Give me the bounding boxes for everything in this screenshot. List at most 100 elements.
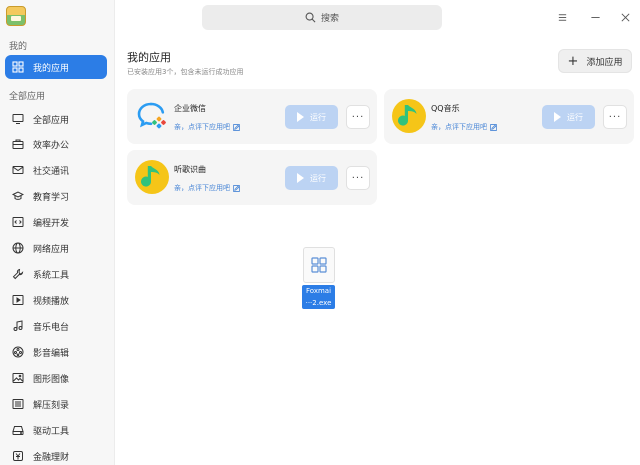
file-name-line2: ···2.exe xyxy=(305,299,332,307)
app-card-song-recognition: 听歌识曲 亲，点评下应用吧 运行 ··· xyxy=(127,150,377,205)
sidebar-item-label: 金融理财 xyxy=(33,452,70,463)
sidebar-item-label: 编程开发 xyxy=(33,218,70,229)
grid-icon xyxy=(12,61,24,73)
file-name-line1: Foxmai xyxy=(305,287,332,295)
sidebar-item-network[interactable]: 网络应用 xyxy=(5,236,107,260)
rate-app-link[interactable]: 亲，点评下应用吧 xyxy=(174,183,240,193)
song-recognition-icon xyxy=(134,159,170,195)
app-store-logo-icon xyxy=(6,6,26,26)
sidebar-item-music[interactable]: 音乐电台 xyxy=(5,314,107,338)
sidebar-item-label: 我的应用 xyxy=(33,63,70,74)
app-card-wecom: 企业微信 亲，点评下应用吧 运行 ··· xyxy=(127,89,377,144)
run-label: 运行 xyxy=(567,112,583,122)
sidebar-item-media-edit[interactable]: 影音编辑 xyxy=(5,340,107,364)
sidebar-item-graphics[interactable]: 图形图像 xyxy=(5,366,107,390)
sidebar-item-label: 影音编辑 xyxy=(33,348,70,359)
sidebar-item-drivers[interactable]: 驱动工具 xyxy=(5,418,107,442)
drive-icon xyxy=(12,424,24,436)
play-icon xyxy=(554,112,561,122)
play-icon xyxy=(297,112,304,122)
more-label: ··· xyxy=(351,111,365,123)
sidebar-item-my-apps[interactable]: 我的应用 xyxy=(5,55,107,79)
rate-app-link[interactable]: 亲，点评下应用吧 xyxy=(174,122,240,132)
code-icon xyxy=(12,216,24,228)
run-button[interactable]: 运行 xyxy=(285,105,338,129)
sidebar-item-social[interactable]: 社交通讯 xyxy=(5,158,107,182)
sidebar-item-system-tools[interactable]: 系统工具 xyxy=(5,262,107,286)
briefcase-icon xyxy=(12,138,24,150)
sidebar-item-education[interactable]: 教育学习 xyxy=(5,184,107,208)
edit-icon xyxy=(233,123,240,131)
sidebar: 我的 我的应用 全部应用 全部应用 效率办公 社交通讯 教育学习 编程开发 网络… xyxy=(0,0,115,465)
sidebar-group-mine: 我的 xyxy=(9,42,28,52)
run-label: 运行 xyxy=(310,173,326,183)
qq-music-icon xyxy=(391,98,427,134)
sidebar-item-label: 驱动工具 xyxy=(33,426,70,437)
app-name: 企业微信 xyxy=(174,104,206,113)
sidebar-item-archive[interactable]: 解压刻录 xyxy=(5,392,107,416)
search-input[interactable]: 搜索 xyxy=(202,5,442,30)
minimize-button[interactable] xyxy=(587,9,603,25)
add-app-button[interactable]: + 添加应用 xyxy=(558,49,632,73)
sidebar-item-all-apps[interactable]: 全部应用 xyxy=(5,107,107,131)
sidebar-item-label: 解压刻录 xyxy=(33,400,70,411)
search-placeholder: 搜索 xyxy=(320,14,339,24)
music-note-icon xyxy=(12,320,24,332)
menu-button[interactable] xyxy=(554,9,570,25)
more-options-button[interactable]: ··· xyxy=(603,105,627,129)
sidebar-item-video[interactable]: 视频播放 xyxy=(5,288,107,312)
sidebar-item-office[interactable]: 效率办公 xyxy=(5,132,107,156)
wrench-icon xyxy=(12,268,24,280)
finance-icon xyxy=(12,450,24,462)
sidebar-item-label: 教育学习 xyxy=(33,192,70,203)
film-reel-icon xyxy=(12,346,24,358)
minimize-icon xyxy=(590,16,600,18)
sidebar-item-label: 视频播放 xyxy=(33,296,70,307)
sidebar-item-label: 全部应用 xyxy=(33,115,70,126)
edit-icon xyxy=(490,123,497,131)
page-subtitle: 已安装应用3个，包含未运行成功应用 xyxy=(127,68,244,76)
sidebar-item-label: 网络应用 xyxy=(33,244,70,255)
search-icon xyxy=(305,12,316,23)
app-name: 听歌识曲 xyxy=(174,165,206,174)
sidebar-item-label: 效率办公 xyxy=(33,140,70,151)
more-options-button[interactable]: ··· xyxy=(346,105,370,129)
mail-icon xyxy=(12,164,24,176)
more-label: ··· xyxy=(608,111,622,123)
dragged-file-label: Foxmai ···2.exe xyxy=(302,285,335,309)
sidebar-group-all: 全部应用 xyxy=(9,92,46,102)
globe-icon xyxy=(12,242,24,254)
sidebar-item-label: 社交通讯 xyxy=(33,166,70,177)
wecom-icon xyxy=(134,98,170,134)
add-app-label: 添加应用 xyxy=(586,57,623,68)
close-icon xyxy=(621,13,629,21)
close-button[interactable] xyxy=(617,9,633,25)
archive-icon xyxy=(12,398,24,410)
more-options-button[interactable]: ··· xyxy=(346,166,370,190)
run-button[interactable]: 运行 xyxy=(285,166,338,190)
dragged-file-icon[interactable] xyxy=(303,247,335,283)
sidebar-item-programming[interactable]: 编程开发 xyxy=(5,210,107,234)
sidebar-item-finance[interactable]: 金融理财 xyxy=(5,444,107,465)
sidebar-item-label: 系统工具 xyxy=(33,270,70,281)
monitor-icon xyxy=(12,113,24,125)
page-title: 我的应用 xyxy=(127,51,171,64)
graduation-cap-icon xyxy=(12,190,24,202)
app-grid-file-icon xyxy=(311,257,327,273)
edit-icon xyxy=(233,184,240,192)
sidebar-item-label: 图形图像 xyxy=(33,374,70,385)
rate-app-link[interactable]: 亲，点评下应用吧 xyxy=(431,122,497,132)
app-card-qq-music: QQ音乐 亲，点评下应用吧 运行 ··· xyxy=(384,89,634,144)
run-button[interactable]: 运行 xyxy=(542,105,595,129)
run-label: 运行 xyxy=(310,112,326,122)
app-name: QQ音乐 xyxy=(431,104,460,113)
play-icon xyxy=(297,173,304,183)
video-icon xyxy=(12,294,24,306)
rate-app-label: 亲，点评下应用吧 xyxy=(174,123,230,131)
plus-icon: + xyxy=(567,53,579,69)
hamburger-menu-icon xyxy=(558,13,566,21)
rate-app-label: 亲，点评下应用吧 xyxy=(431,123,487,131)
sidebar-item-label: 音乐电台 xyxy=(33,322,70,333)
more-label: ··· xyxy=(351,172,365,184)
rate-app-label: 亲，点评下应用吧 xyxy=(174,184,230,192)
